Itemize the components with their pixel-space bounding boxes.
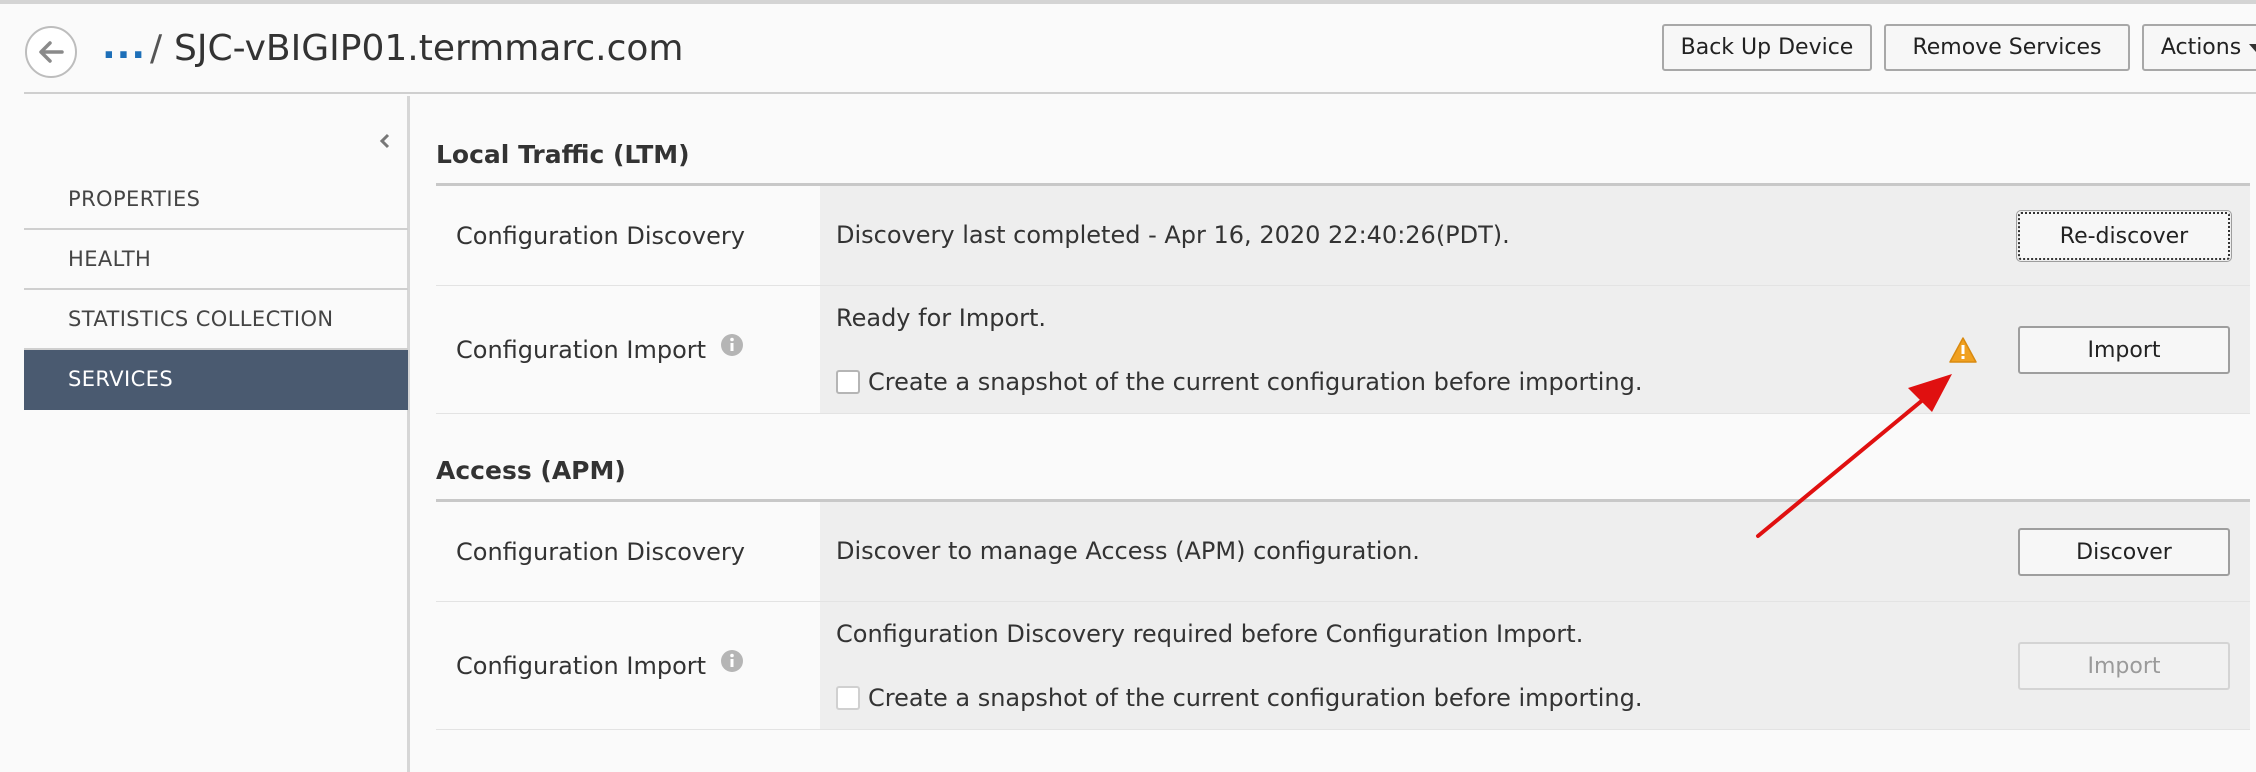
snapshot-checkbox[interactable] — [836, 370, 860, 394]
ltm-discovery-status: Discovery last completed - Apr 16, 2020 … — [836, 221, 1510, 249]
back-up-device-button[interactable]: Back Up Device — [1662, 24, 1872, 71]
ltm-import-label: Configuration Import — [456, 335, 707, 364]
breadcrumb-more-link[interactable]: ... — [102, 26, 146, 67]
apm-import-row: Configuration Import Configuration Disco… — [436, 602, 2250, 730]
back-button[interactable] — [25, 26, 77, 78]
info-icon[interactable] — [720, 649, 744, 673]
row-body: Ready for Import. Create a snapshot of t… — [820, 286, 2250, 414]
apm-discovery-label: Configuration Discovery — [456, 537, 745, 566]
ltm-discovery-row: Configuration Discovery Discovery last c… — [436, 186, 2250, 286]
apm-import-button[interactable]: Import — [2018, 642, 2230, 690]
ltm-discovery-label: Configuration Discovery — [456, 221, 745, 250]
back-up-device-label: Back Up Device — [1680, 35, 1854, 60]
ltm-import-status: Ready for Import. — [836, 304, 1047, 332]
row-label: Configuration Discovery — [436, 502, 820, 602]
actions-dropdown-button[interactable]: Actions — [2142, 24, 2256, 71]
sidebar: PROPERTIES HEALTH STATISTICS COLLECTION … — [0, 96, 410, 772]
import-label: Import — [2087, 337, 2161, 363]
sidebar-item-label: SERVICES — [68, 367, 174, 391]
apm-snapshot-option: Create a snapshot of the current configu… — [836, 684, 1642, 712]
ltm-import-button[interactable]: Import — [2018, 326, 2230, 374]
row-label: Configuration Discovery — [436, 186, 820, 286]
section-title-ltm: Local Traffic (LTM) — [436, 140, 690, 169]
apm-discovery-status: Discover to manage Access (APM) configur… — [836, 537, 1420, 565]
discover-label: Discover — [2076, 539, 2172, 565]
sidebar-item-health[interactable]: HEALTH — [24, 230, 408, 290]
sidebar-item-label: HEALTH — [68, 247, 152, 271]
row-label: Configuration Import — [436, 602, 820, 730]
sidebar-item-properties[interactable]: PROPERTIES — [24, 170, 408, 230]
page-header: ... / SJC-vBIGIP01.termmarc.com Back Up … — [24, 4, 2256, 94]
discover-button[interactable]: Discover — [2018, 528, 2230, 576]
info-icon[interactable] — [720, 333, 744, 357]
remove-services-button[interactable]: Remove Services — [1884, 24, 2130, 71]
sidebar-item-services[interactable]: SERVICES — [24, 350, 408, 410]
apm-import-label: Configuration Import — [456, 651, 707, 680]
breadcrumb-separator: / — [150, 28, 163, 69]
apm-discovery-row: Configuration Discovery Discover to mana… — [436, 502, 2250, 602]
sidebar-nav: PROPERTIES HEALTH STATISTICS COLLECTION … — [24, 170, 408, 410]
left-arrow-icon — [39, 41, 64, 63]
collapse-sidebar-icon[interactable] — [374, 130, 396, 152]
chevron-left-icon — [379, 133, 390, 149]
warning-icon — [1949, 337, 1977, 363]
page-title: SJC-vBIGIP01.termmarc.com — [174, 28, 684, 69]
row-label: Configuration Import — [436, 286, 820, 414]
snapshot-checkbox[interactable] — [836, 686, 860, 710]
actions-label: Actions — [2160, 35, 2242, 60]
section-title-apm: Access (APM) — [436, 456, 626, 485]
ltm-snapshot-option: Create a snapshot of the current configu… — [836, 368, 1642, 396]
ltm-import-row: Configuration Import Ready for Import. C… — [436, 286, 2250, 414]
row-body: Discovery last completed - Apr 16, 2020 … — [820, 186, 2250, 286]
row-body: Configuration Discovery required before … — [820, 602, 2250, 730]
row-body: Discover to manage Access (APM) configur… — [820, 502, 2250, 602]
remove-services-label: Remove Services — [1912, 35, 2102, 60]
import-label: Import — [2087, 653, 2161, 679]
sidebar-item-label: PROPERTIES — [68, 187, 201, 211]
caret-down-icon — [2249, 43, 2256, 52]
re-discover-label: Re-discover — [2059, 223, 2189, 249]
sidebar-item-label: STATISTICS COLLECTION — [68, 307, 334, 331]
snapshot-label: Create a snapshot of the current configu… — [868, 368, 1643, 396]
apm-import-status: Configuration Discovery required before … — [836, 620, 1584, 648]
re-discover-button[interactable]: Re-discover — [2016, 210, 2232, 262]
sidebar-item-statistics-collection[interactable]: STATISTICS COLLECTION — [24, 290, 408, 350]
snapshot-label: Create a snapshot of the current configu… — [868, 684, 1643, 712]
